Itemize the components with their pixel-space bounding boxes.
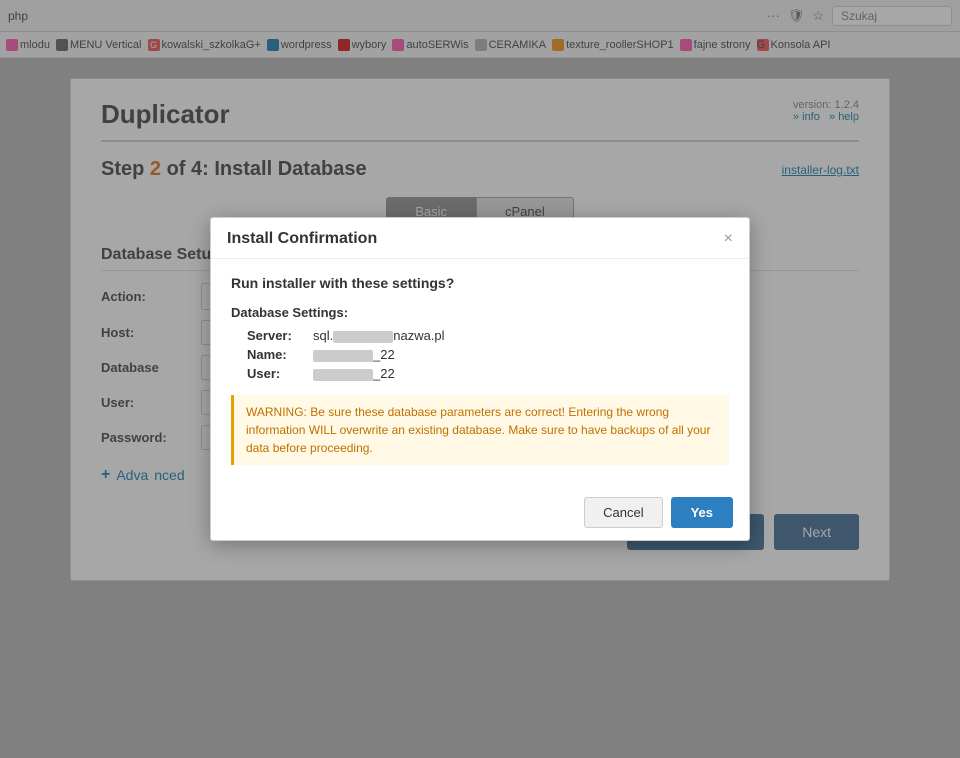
user-db-value: _22 <box>313 366 395 381</box>
modal-body: Run installer with these settings? Datab… <box>211 259 749 485</box>
server-key-label: Server: <box>247 328 307 343</box>
server-value: sql.nazwa.pl <box>313 328 445 343</box>
user-db-row: User: _22 <box>247 366 729 381</box>
modal-overlay: Install Confirmation × Run installer wit… <box>0 0 960 758</box>
name-row: Name: _22 <box>247 347 729 362</box>
server-row: Server: sql.nazwa.pl <box>247 328 729 343</box>
user-redacted <box>313 369 373 381</box>
yes-button[interactable]: Yes <box>671 497 733 528</box>
install-confirmation-modal: Install Confirmation × Run installer wit… <box>210 217 750 541</box>
db-settings-label: Database Settings: <box>231 305 729 320</box>
modal-close-button[interactable]: × <box>724 231 733 247</box>
modal-header: Install Confirmation × <box>211 218 749 259</box>
modal-footer: Cancel Yes <box>211 485 749 540</box>
modal-title: Install Confirmation <box>227 230 377 248</box>
db-settings-table: Server: sql.nazwa.pl Name: _22 User: _22 <box>231 328 729 381</box>
user-key-label: User: <box>247 366 307 381</box>
server-redacted <box>333 331 393 343</box>
modal-warning: WARNING: Be sure these database paramete… <box>231 395 729 465</box>
name-value: _22 <box>313 347 395 362</box>
name-redacted <box>313 350 373 362</box>
name-key-label: Name: <box>247 347 307 362</box>
cancel-button[interactable]: Cancel <box>584 497 662 528</box>
modal-question: Run installer with these settings? <box>231 275 729 291</box>
